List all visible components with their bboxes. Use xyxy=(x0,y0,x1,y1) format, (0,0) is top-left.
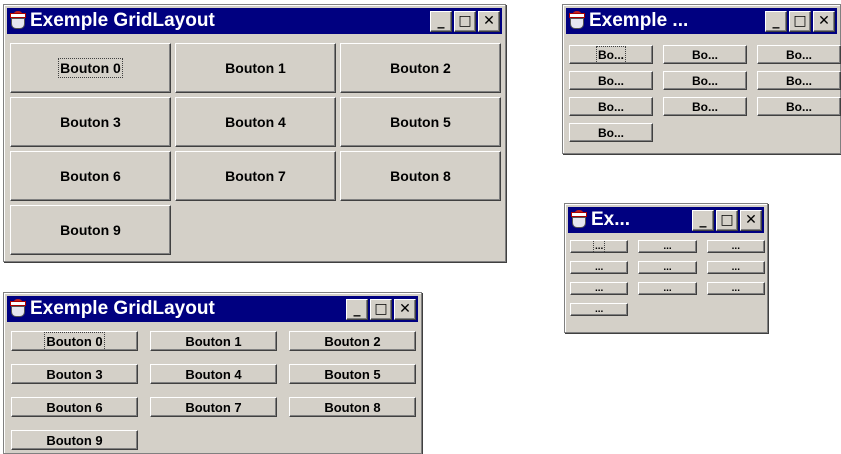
window-title: Exemple GridLayout xyxy=(30,298,215,319)
maximize-button[interactable]: □ xyxy=(716,209,738,231)
java-cup-icon[interactable] xyxy=(8,11,28,31)
bouton-2-button[interactable]: Bouton 2 xyxy=(289,331,416,351)
bouton-1-button[interactable]: ... xyxy=(638,240,697,253)
bouton-5-button[interactable]: Bouton 5 xyxy=(340,97,501,147)
button-grid: Bouton 0 Bouton 1 Bouton 2 Bouton 3 Bout… xyxy=(11,331,416,450)
bouton-9-button[interactable]: Bouton 9 xyxy=(10,205,171,255)
bouton-6-button[interactable]: Bo... xyxy=(569,97,653,116)
bouton-9-button[interactable]: Bouton 9 xyxy=(11,430,138,450)
minimize-button[interactable]: _ xyxy=(430,10,452,32)
java-cup-icon[interactable] xyxy=(567,11,587,31)
button-grid: Bouton 0 Bouton 1 Bouton 2 Bouton 3 Bout… xyxy=(10,43,501,255)
bouton-2-button[interactable]: ... xyxy=(706,240,765,253)
bouton-7-button[interactable]: Bouton 7 xyxy=(175,151,336,201)
bouton-7-button[interactable]: ... xyxy=(638,282,697,295)
bouton-0-button[interactable]: ... xyxy=(570,240,629,253)
bouton-8-button[interactable]: Bo... xyxy=(757,97,841,116)
bouton-5-button[interactable]: ... xyxy=(706,261,765,274)
title-bar[interactable]: Exemple GridLayout _ □ ✕ xyxy=(7,296,418,322)
bouton-8-button[interactable]: ... xyxy=(706,282,765,295)
bouton-7-button[interactable]: Bo... xyxy=(663,97,747,116)
bouton-3-button[interactable]: Bouton 3 xyxy=(10,97,171,147)
maximize-button[interactable]: □ xyxy=(454,10,476,32)
bouton-1-button[interactable]: Bouton 1 xyxy=(150,331,277,351)
title-bar[interactable]: Exemple ... _ □ ✕ xyxy=(566,8,837,34)
minimize-button[interactable]: _ xyxy=(346,298,368,320)
bouton-8-button[interactable]: Bouton 8 xyxy=(340,151,501,201)
bouton-6-button[interactable]: Bouton 6 xyxy=(10,151,171,201)
bouton-9-button[interactable]: Bo... xyxy=(569,123,653,142)
bouton-4-button[interactable]: Bo... xyxy=(663,71,747,90)
close-button[interactable]: ✕ xyxy=(740,209,762,231)
bouton-3-button[interactable]: ... xyxy=(570,261,629,274)
close-button[interactable]: ✕ xyxy=(478,10,500,32)
close-button[interactable]: ✕ xyxy=(394,298,416,320)
window-title: Ex... xyxy=(591,209,631,230)
bouton-5-button[interactable]: Bouton 5 xyxy=(289,364,416,384)
bouton-6-button[interactable]: Bouton 6 xyxy=(11,397,138,417)
bouton-0-button[interactable]: Bo... xyxy=(569,45,653,64)
maximize-button[interactable]: □ xyxy=(370,298,392,320)
window-large: Exemple GridLayout _ □ ✕ Bouton 0 Bouton… xyxy=(3,4,506,262)
window-tiny: Ex... _ □ ✕ ... ... ... ... ... ... ... … xyxy=(564,203,768,333)
minimize-button[interactable]: _ xyxy=(692,209,714,231)
bouton-1-button[interactable]: Bo... xyxy=(663,45,747,64)
java-cup-icon[interactable] xyxy=(8,299,28,319)
title-bar[interactable]: Ex... _ □ ✕ xyxy=(568,207,764,233)
bouton-5-button[interactable]: Bo... xyxy=(757,71,841,90)
bouton-0-button[interactable]: Bouton 0 xyxy=(11,331,138,351)
bouton-2-button[interactable]: Bo... xyxy=(757,45,841,64)
maximize-button[interactable]: □ xyxy=(789,10,811,32)
bouton-7-button[interactable]: Bouton 7 xyxy=(150,397,277,417)
window-title: Exemple ... xyxy=(589,10,689,31)
window-small: Exemple ... _ □ ✕ Bo... Bo... Bo... Bo..… xyxy=(562,4,841,154)
window-medium: Exemple GridLayout _ □ ✕ Bouton 0 Bouton… xyxy=(3,292,422,454)
bouton-0-button[interactable]: Bouton 0 xyxy=(10,43,171,93)
bouton-4-button[interactable]: ... xyxy=(638,261,697,274)
close-button[interactable]: ✕ xyxy=(813,10,835,32)
bouton-9-button[interactable]: ... xyxy=(570,303,629,316)
window-title: Exemple GridLayout xyxy=(30,10,215,31)
bouton-4-button[interactable]: Bouton 4 xyxy=(175,97,336,147)
button-grid: ... ... ... ... ... ... ... ... ... ... xyxy=(570,240,765,316)
java-cup-icon[interactable] xyxy=(569,210,589,230)
bouton-3-button[interactable]: Bouton 3 xyxy=(11,364,138,384)
button-grid: Bo... Bo... Bo... Bo... Bo... Bo... Bo..… xyxy=(569,45,841,142)
bouton-8-button[interactable]: Bouton 8 xyxy=(289,397,416,417)
bouton-6-button[interactable]: ... xyxy=(570,282,629,295)
bouton-2-button[interactable]: Bouton 2 xyxy=(340,43,501,93)
bouton-1-button[interactable]: Bouton 1 xyxy=(175,43,336,93)
minimize-button[interactable]: _ xyxy=(765,10,787,32)
bouton-4-button[interactable]: Bouton 4 xyxy=(150,364,277,384)
title-bar[interactable]: Exemple GridLayout _ □ ✕ xyxy=(7,8,502,34)
bouton-3-button[interactable]: Bo... xyxy=(569,71,653,90)
